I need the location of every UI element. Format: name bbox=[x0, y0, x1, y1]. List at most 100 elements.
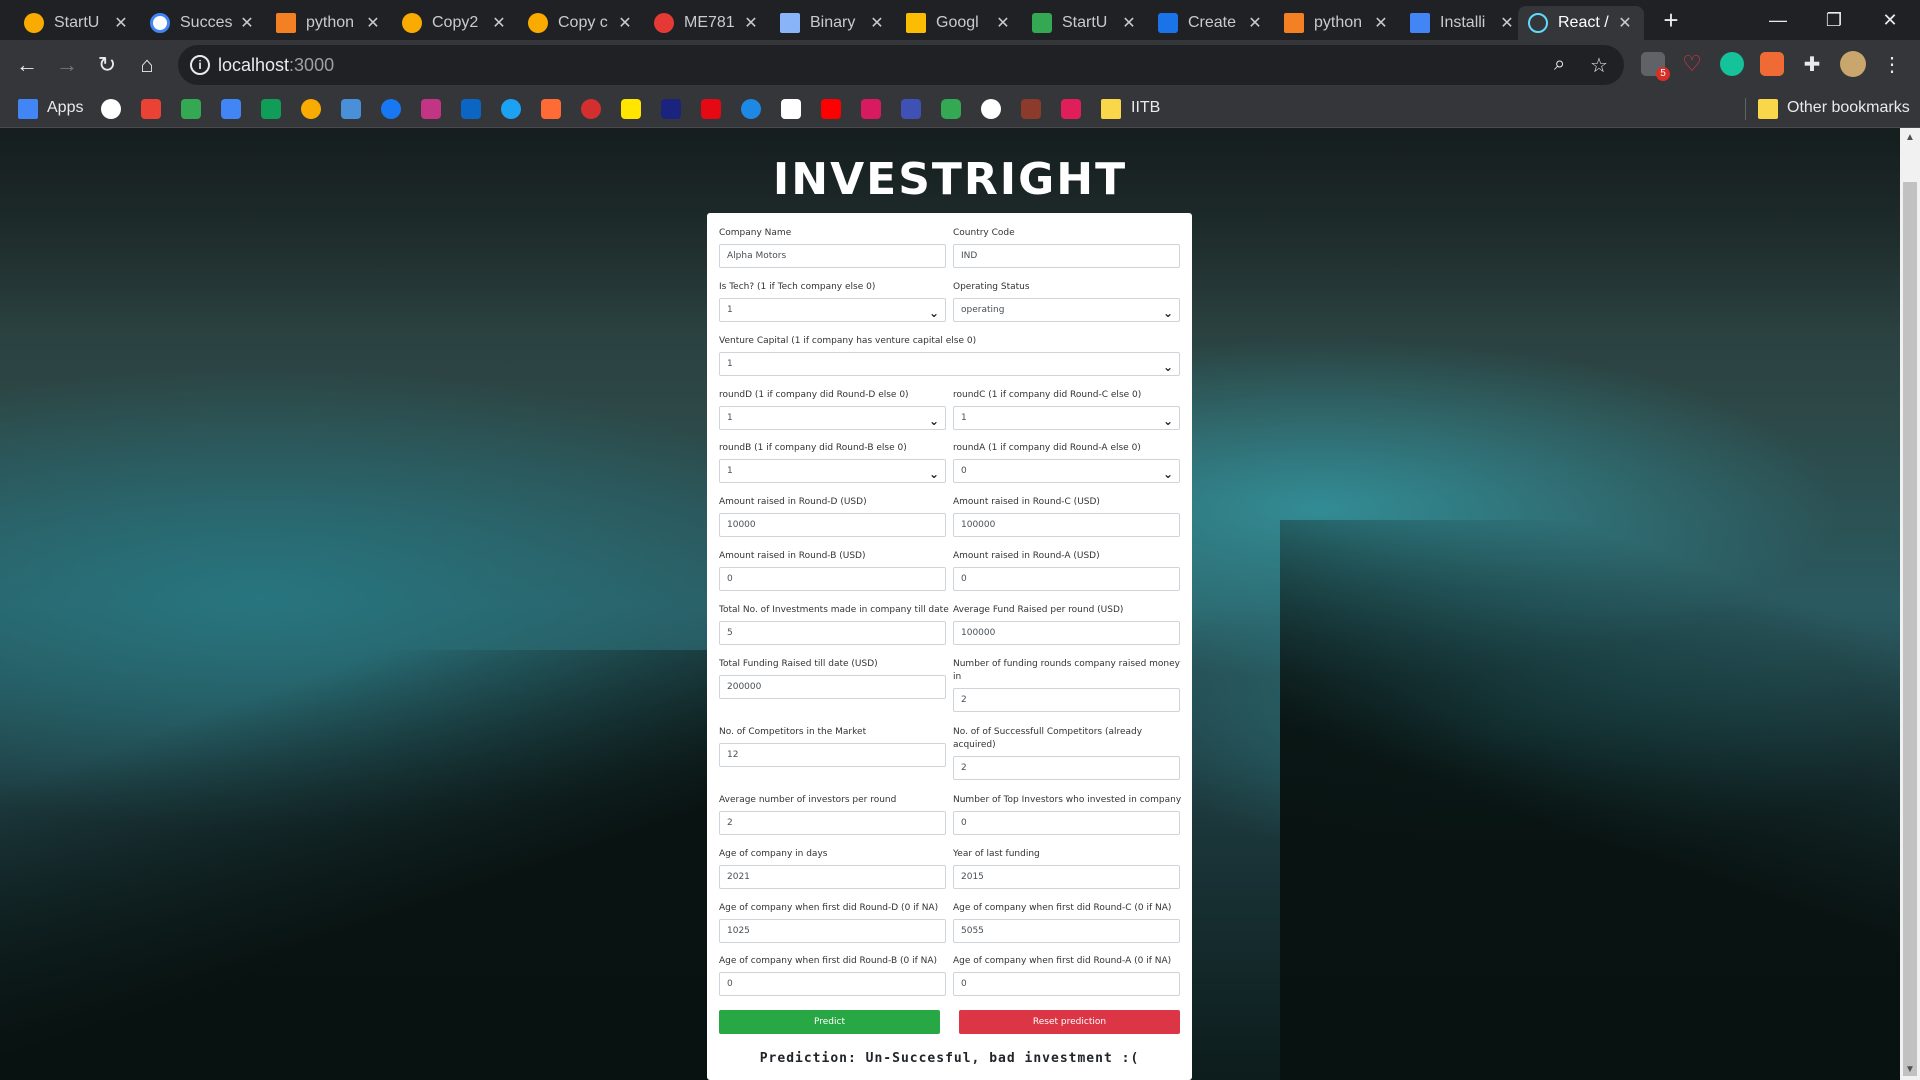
close-icon[interactable]: ✕ bbox=[364, 13, 382, 33]
successful-competitors-input[interactable]: 2 bbox=[953, 756, 1180, 780]
bookmark-ball-icon[interactable] bbox=[581, 99, 601, 119]
close-icon[interactable]: ✕ bbox=[238, 13, 256, 33]
company-name-input[interactable]: Alpha Motors bbox=[719, 244, 946, 268]
browser-tab[interactable]: Installi ✕ bbox=[1400, 6, 1526, 40]
address-bar[interactable]: i localhost:3000 ⌕ ☆ bbox=[178, 45, 1624, 85]
more-menu-icon[interactable]: ⋮ bbox=[1880, 52, 1904, 76]
browser-tab[interactable]: python ✕ bbox=[266, 6, 392, 40]
url-text[interactable]: localhost:3000 bbox=[218, 55, 334, 76]
reset-prediction-button[interactable]: Reset prediction bbox=[959, 1010, 1180, 1034]
colab-icon[interactable] bbox=[301, 99, 321, 119]
browser-tab[interactable]: Googl ✕ bbox=[896, 6, 1022, 40]
netflix-icon[interactable] bbox=[701, 99, 721, 119]
browser-tab[interactable]: ME781 ✕ bbox=[644, 6, 770, 40]
browser-tab-active[interactable]: React / ✕ bbox=[1518, 6, 1644, 40]
is-tech-select[interactable]: 1 ⌄ bbox=[719, 298, 946, 322]
country-code-input[interactable]: IND bbox=[953, 244, 1180, 268]
sheets-icon[interactable] bbox=[261, 99, 281, 119]
total-funding-input[interactable]: 200000 bbox=[719, 675, 946, 699]
home-icon[interactable]: ⌂ bbox=[130, 48, 164, 82]
bookmark-m-icon[interactable] bbox=[781, 99, 801, 119]
back-icon[interactable]: ← bbox=[10, 48, 44, 82]
other-bookmarks[interactable]: Other bookmarks bbox=[1787, 99, 1910, 117]
minimize-button[interactable]: — bbox=[1750, 0, 1806, 40]
zoom-icon[interactable]: ⌕ bbox=[1554, 53, 1565, 76]
linkedin-icon[interactable] bbox=[461, 99, 481, 119]
avg-fund-input[interactable]: 100000 bbox=[953, 621, 1180, 645]
github-icon[interactable] bbox=[981, 99, 1001, 119]
gmail-icon[interactable] bbox=[141, 99, 161, 119]
close-icon[interactable]: ✕ bbox=[1120, 13, 1138, 33]
close-icon[interactable]: ✕ bbox=[616, 13, 634, 33]
forward-icon[interactable]: → bbox=[50, 48, 84, 82]
avg-investors-input[interactable]: 2 bbox=[719, 811, 946, 835]
amount-c-input[interactable]: 100000 bbox=[953, 513, 1180, 537]
year-last-funding-input[interactable]: 2015 bbox=[953, 865, 1180, 889]
drive-icon[interactable] bbox=[181, 99, 201, 119]
venture-capital-select[interactable]: 1 ⌄ bbox=[719, 352, 1180, 376]
docs-icon[interactable] bbox=[221, 99, 241, 119]
close-icon[interactable]: ✕ bbox=[1372, 13, 1390, 33]
bookmark-my-icon[interactable] bbox=[861, 99, 881, 119]
extension-icon[interactable] bbox=[1760, 52, 1784, 76]
browser-tab[interactable]: Copy2 ✕ bbox=[392, 6, 518, 40]
bookmark-cc-icon[interactable] bbox=[1021, 99, 1041, 119]
play-icon[interactable] bbox=[741, 99, 761, 119]
close-icon[interactable]: ✕ bbox=[994, 13, 1012, 33]
close-icon[interactable]: ✕ bbox=[1498, 13, 1516, 33]
browser-tab[interactable]: python ✕ bbox=[1274, 6, 1400, 40]
bookmark-apps[interactable]: Apps bbox=[47, 99, 83, 117]
amount-b-input[interactable]: 0 bbox=[719, 567, 946, 591]
bookmark-dh-icon[interactable] bbox=[661, 99, 681, 119]
age-first-d-input[interactable]: 1025 bbox=[719, 919, 946, 943]
age-first-c-input[interactable]: 5055 bbox=[953, 919, 1180, 943]
browser-tab[interactable]: Succes ✕ bbox=[140, 6, 266, 40]
apps-grid-icon[interactable] bbox=[18, 99, 38, 119]
scrollbar-thumb[interactable] bbox=[1903, 182, 1917, 1076]
bookmark-g-icon[interactable] bbox=[541, 99, 561, 119]
new-tab-button[interactable]: + bbox=[1656, 6, 1686, 36]
grammarly-icon[interactable] bbox=[1720, 52, 1744, 76]
predict-button[interactable]: Predict bbox=[719, 1010, 940, 1034]
scroll-up-icon[interactable]: ▲ bbox=[1900, 128, 1920, 148]
folder-icon[interactable] bbox=[1101, 99, 1121, 119]
extension-icon[interactable]: 5 bbox=[1641, 52, 1670, 81]
browser-tab[interactable]: Binary ✕ bbox=[770, 6, 896, 40]
round-c-select[interactable]: 1 ⌄ bbox=[953, 406, 1180, 430]
round-a-select[interactable]: 0 ⌄ bbox=[953, 459, 1180, 483]
page-scrollbar[interactable]: ▲ ▼ bbox=[1900, 128, 1920, 1080]
round-b-select[interactable]: 1 ⌄ bbox=[719, 459, 946, 483]
competitors-input[interactable]: 12 bbox=[719, 743, 946, 767]
tripadvisor-icon[interactable] bbox=[941, 99, 961, 119]
operating-status-select[interactable]: operating ⌄ bbox=[953, 298, 1180, 322]
site-info-icon[interactable]: i bbox=[190, 55, 210, 75]
google-icon[interactable] bbox=[101, 99, 121, 119]
flipkart-icon[interactable] bbox=[621, 99, 641, 119]
scroll-down-icon[interactable]: ▼ bbox=[1900, 1060, 1920, 1080]
amount-a-input[interactable]: 0 bbox=[953, 567, 1180, 591]
reload-icon[interactable]: ↻ bbox=[90, 48, 124, 82]
close-icon[interactable]: ✕ bbox=[868, 13, 886, 33]
browser-tab[interactable]: Create ✕ bbox=[1148, 6, 1274, 40]
bookmark-folder-iitb[interactable]: IITB bbox=[1131, 99, 1160, 117]
puzzle-icon[interactable]: ✚ bbox=[1800, 52, 1824, 76]
close-icon[interactable]: ✕ bbox=[112, 13, 130, 33]
close-icon[interactable]: ✕ bbox=[490, 13, 508, 33]
instagram-icon[interactable] bbox=[421, 99, 441, 119]
facebook-icon[interactable] bbox=[381, 99, 401, 119]
translate-icon[interactable] bbox=[341, 99, 361, 119]
youtube-icon[interactable] bbox=[821, 99, 841, 119]
browser-tab[interactable]: StartU ✕ bbox=[1022, 6, 1148, 40]
age-first-b-input[interactable]: 0 bbox=[719, 972, 946, 996]
bookmark-ek-icon[interactable] bbox=[901, 99, 921, 119]
heart-icon[interactable]: ♡ bbox=[1680, 52, 1704, 76]
num-rounds-input[interactable]: 2 bbox=[953, 688, 1180, 712]
amount-d-input[interactable]: 10000 bbox=[719, 513, 946, 537]
age-first-a-input[interactable]: 0 bbox=[953, 972, 1180, 996]
twitter-icon[interactable] bbox=[501, 99, 521, 119]
slack-icon[interactable] bbox=[1061, 99, 1081, 119]
browser-tab[interactable]: StartU ✕ bbox=[14, 6, 140, 40]
avatar[interactable] bbox=[1840, 51, 1866, 77]
restore-button[interactable]: ❐ bbox=[1806, 0, 1862, 40]
close-window-button[interactable]: ✕ bbox=[1862, 0, 1918, 40]
